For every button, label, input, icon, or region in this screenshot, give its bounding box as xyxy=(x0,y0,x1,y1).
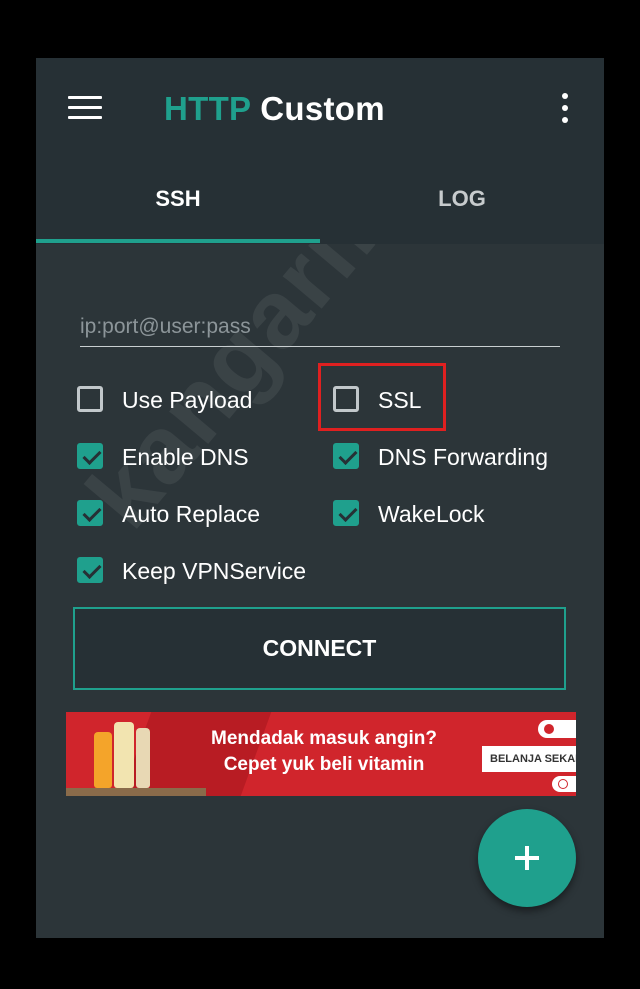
keep-vpnservice-box[interactable] xyxy=(77,557,103,583)
dns-forwarding-box[interactable] xyxy=(333,443,359,469)
app-bar: HTTP Custom SSH LOG xyxy=(36,58,604,244)
connect-button[interactable]: CONNECT xyxy=(73,607,566,690)
ad-line-2: Cepet yuk beli vitamin xyxy=(223,754,425,775)
auto-replace-label: Auto Replace xyxy=(122,501,261,527)
wakelock-label: WakeLock xyxy=(378,501,485,527)
enable-dns-box[interactable] xyxy=(77,443,103,469)
auto-replace-box[interactable] xyxy=(77,500,103,526)
tab-ssh[interactable]: SSH xyxy=(36,186,320,212)
app-title: HTTP Custom xyxy=(164,90,385,128)
ad-ground xyxy=(66,788,206,796)
ad-brand-badge xyxy=(538,720,576,738)
app-screen: kangarif.net HTTP Custom SSH LOG Use Pay… xyxy=(36,58,604,938)
ad-product-bottle xyxy=(136,728,150,788)
ad-product-bottle xyxy=(94,732,112,788)
more-vert-icon[interactable] xyxy=(556,93,574,125)
ad-banner[interactable]: Mendadak masuk angin? Cepet yuk beli vit… xyxy=(66,712,576,796)
use-payload-label: Use Payload xyxy=(122,387,253,413)
add-fab-button[interactable] xyxy=(478,809,576,907)
ad-line-1: Mendadak masuk angin? xyxy=(211,728,437,749)
server-input[interactable] xyxy=(80,308,560,347)
ad-product-bottle xyxy=(114,722,134,788)
app-title-custom: Custom xyxy=(260,90,385,127)
ad-info-icon[interactable] xyxy=(552,776,576,792)
ad-text: Mendadak masuk angin? Cepet yuk beli vit… xyxy=(204,726,444,778)
ad-cta-button[interactable]: BELANJA SEKAR xyxy=(482,746,576,772)
use-payload-box[interactable] xyxy=(77,386,103,412)
menu-icon[interactable] xyxy=(68,96,102,120)
enable-dns-label: Enable DNS xyxy=(122,444,249,470)
tab-log[interactable]: LOG xyxy=(320,186,604,212)
keep-vpnservice-label: Keep VPNService xyxy=(122,558,307,584)
tab-indicator xyxy=(36,239,320,243)
wakelock-box[interactable] xyxy=(333,500,359,526)
app-title-http: HTTP xyxy=(164,90,251,127)
dns-forwarding-label: DNS Forwarding xyxy=(378,444,548,470)
ssl-highlight-box xyxy=(318,363,446,431)
